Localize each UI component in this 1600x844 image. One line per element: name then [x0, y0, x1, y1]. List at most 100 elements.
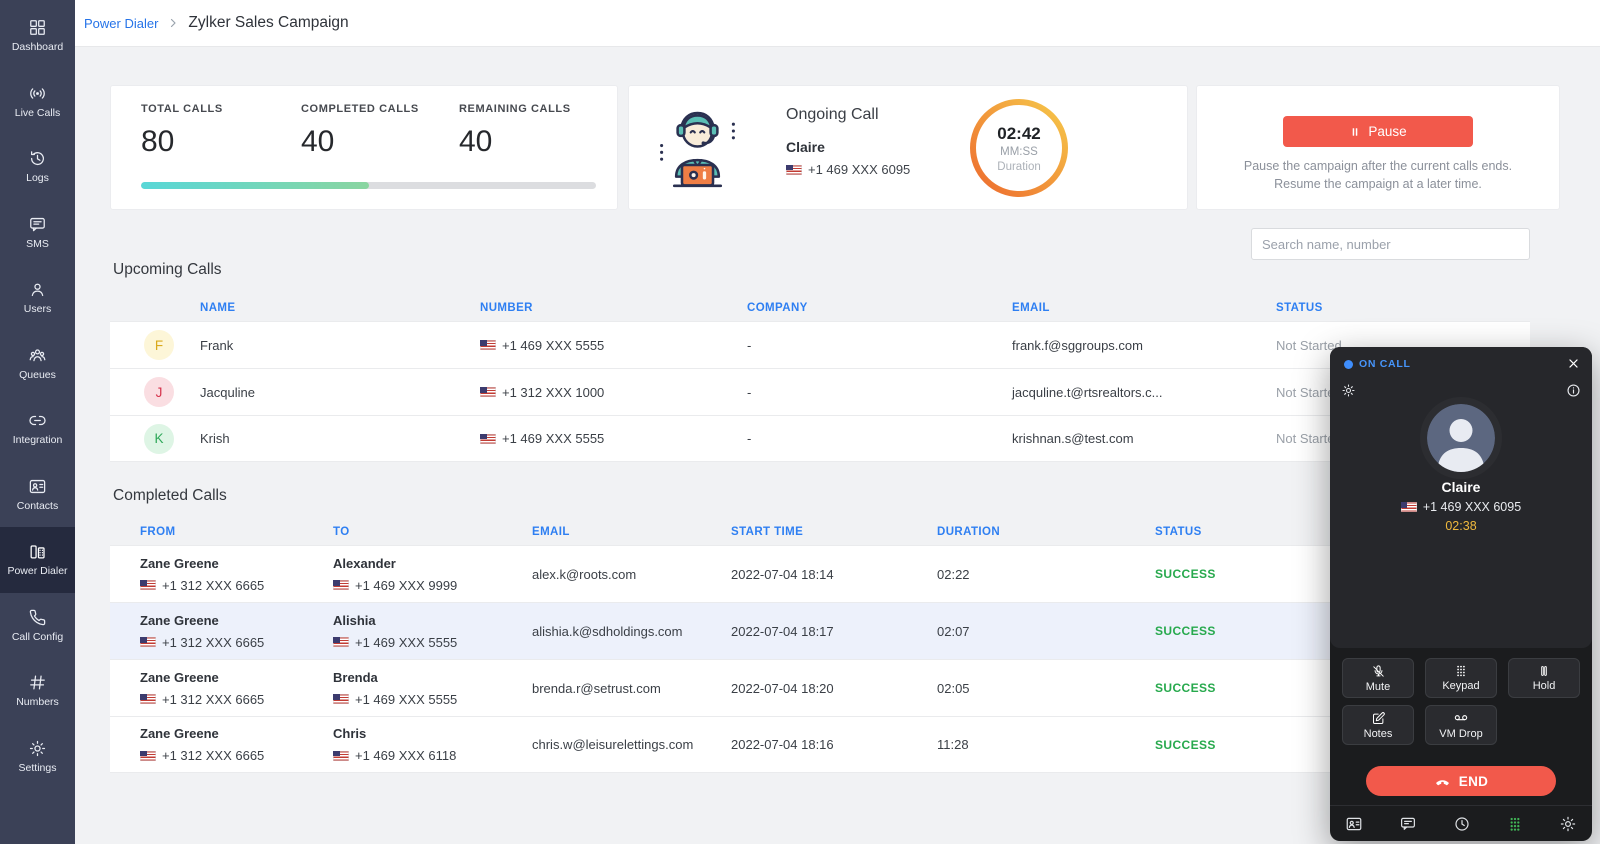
completed-calls-label: COMPLETED CALLS: [301, 103, 419, 115]
table-row[interactable]: Zane Greene+1 312 XXX 6665 Alexander+1 4…: [110, 545, 1530, 602]
table-row[interactable]: Zane Greene+1 312 XXX 6665 Alishia+1 469…: [110, 602, 1530, 659]
notes-edit-icon: [1371, 711, 1386, 726]
sidebar-item-contacts[interactable]: Contacts: [0, 462, 75, 528]
vm-drop-button[interactable]: VM Drop: [1425, 705, 1497, 745]
dialpad-icon[interactable]: [1507, 816, 1523, 832]
sidebar-item-label: Queues: [19, 369, 56, 381]
breadcrumb-chevron-icon: [167, 17, 179, 29]
widget-settings-gear-icon[interactable]: [1341, 383, 1356, 398]
call-timer: 02:38: [1330, 519, 1592, 533]
numbers-hash-icon: [28, 673, 47, 692]
sidebar-item-call-config[interactable]: Call Config: [0, 593, 75, 659]
us-flag-icon: [140, 637, 156, 647]
contact-card-icon[interactable]: [1345, 815, 1363, 833]
sidebar-item-integration[interactable]: Integration: [0, 396, 75, 462]
sidebar-item-label: Live Calls: [15, 107, 61, 119]
queues-icon: [28, 346, 47, 365]
table-row[interactable]: F Frank +1 469 XXX 5555 - frank.f@sggrou…: [110, 321, 1530, 368]
ongoing-call-name: Claire: [786, 139, 910, 155]
upcoming-calls-title: Upcoming Calls: [113, 261, 222, 279]
completed-calls-stat: COMPLETED CALLS 40: [301, 103, 419, 159]
upcoming-table-header: NAME NUMBER COMPANY EMAIL STATUS: [110, 295, 1530, 321]
call-agent-illustration: [649, 99, 746, 201]
dashboard-icon: [28, 18, 47, 37]
close-icon[interactable]: [1565, 355, 1582, 372]
search-input[interactable]: [1251, 228, 1530, 260]
sidebar-item-dashboard[interactable]: Dashboard: [0, 3, 75, 69]
info-icon[interactable]: [1566, 383, 1581, 398]
sidebar-item-live-calls[interactable]: Live Calls: [0, 69, 75, 135]
caller-name: Claire: [1330, 479, 1592, 495]
ongoing-call-timer: 02:42: [997, 124, 1040, 144]
keypad-button[interactable]: Keypad: [1425, 658, 1497, 698]
users-icon: [28, 280, 47, 299]
call-duration-ring: 02:42 MM:SS Duration: [967, 96, 1071, 200]
total-calls-label: TOTAL CALLS: [141, 103, 223, 115]
pause-icon: [1349, 126, 1361, 138]
remaining-calls-label: REMAINING CALLS: [459, 103, 571, 115]
sidebar-item-logs[interactable]: Logs: [0, 134, 75, 200]
notes-button[interactable]: Notes: [1342, 705, 1414, 745]
us-flag-icon: [786, 165, 802, 175]
live-calls-icon: [28, 84, 47, 103]
sidebar-item-label: Integration: [13, 434, 63, 446]
sidebar-item-label: Settings: [19, 762, 57, 774]
completed-calls-title: Completed Calls: [113, 487, 227, 505]
pause-description: Pause the campaign after the current cal…: [1197, 157, 1559, 193]
sidebar-item-settings[interactable]: Settings: [0, 724, 75, 790]
avatar: K: [144, 424, 174, 454]
caller-avatar: [1427, 404, 1495, 472]
avatar: F: [144, 330, 174, 360]
caller-number: +1 469 XXX 6095: [1330, 500, 1592, 514]
pause-button[interactable]: Pause: [1283, 116, 1473, 147]
campaign-progress-fill: [141, 182, 369, 189]
pause-campaign-card: Pause Pause the campaign after the curre…: [1196, 85, 1560, 210]
keypad-icon: [1454, 664, 1468, 678]
voicemail-icon: [1453, 710, 1469, 726]
chat-icon[interactable]: [1399, 815, 1417, 833]
widget-gear-icon[interactable]: [1559, 815, 1577, 833]
sidebar: Dashboard Live Calls Logs SMS Users Queu…: [0, 0, 75, 844]
campaign-progress-bar: [141, 182, 596, 189]
us-flag-icon: [333, 694, 349, 704]
timer-unit-label: MM:SS: [1000, 146, 1038, 158]
call-widget-top-panel: ON CALL Claire +1 469 XXX 6095 02:38: [1330, 347, 1592, 648]
sidebar-item-sms[interactable]: SMS: [0, 200, 75, 266]
page-title: Zylker Sales Campaign: [188, 14, 348, 32]
hold-button[interactable]: Hold: [1508, 658, 1580, 698]
breadcrumb-parent-link[interactable]: Power Dialer: [84, 16, 158, 31]
mute-mic-icon: [1371, 664, 1386, 679]
settings-gear-icon: [28, 739, 47, 758]
total-calls-value: 80: [141, 125, 223, 159]
table-row[interactable]: J Jacquline +1 312 XXX 1000 - jacquline.…: [110, 368, 1530, 415]
sidebar-item-numbers[interactable]: Numbers: [0, 658, 75, 724]
history-clock-icon[interactable]: [1453, 815, 1471, 833]
upcoming-calls-table: NAME NUMBER COMPANY EMAIL STATUS F Frank…: [110, 295, 1530, 462]
end-call-button[interactable]: END: [1366, 766, 1556, 796]
us-flag-icon: [140, 751, 156, 761]
mute-button[interactable]: Mute: [1342, 658, 1414, 698]
us-flag-icon: [1401, 502, 1417, 512]
us-flag-icon: [480, 434, 496, 444]
end-call-icon: [1434, 773, 1451, 790]
us-flag-icon: [333, 637, 349, 647]
sidebar-item-label: Call Config: [12, 631, 63, 643]
remaining-calls-stat: REMAINING CALLS 40: [459, 103, 571, 159]
remaining-calls-value: 40: [459, 125, 571, 159]
sidebar-item-power-dialer[interactable]: Power Dialer: [0, 527, 75, 593]
ongoing-call-card: Ongoing Call Claire +1 469 XXX 6095 02:4…: [628, 85, 1188, 210]
table-row[interactable]: Zane Greene+1 312 XXX 6665 Chris+1 469 X…: [110, 716, 1530, 773]
logs-history-icon: [28, 149, 47, 168]
table-row[interactable]: Zane Greene+1 312 XXX 6665 Brenda+1 469 …: [110, 659, 1530, 716]
avatar: J: [144, 377, 174, 407]
table-row[interactable]: K Krish +1 469 XXX 5555 - krishnan.s@tes…: [110, 415, 1530, 462]
sidebar-item-users[interactable]: Users: [0, 265, 75, 331]
completed-table-header: FROM TO EMAIL START TIME DURATION STATUS: [110, 519, 1530, 545]
topbar: Power Dialer Zylker Sales Campaign: [75, 0, 1600, 47]
call-config-phone-icon: [28, 608, 47, 627]
sidebar-item-queues[interactable]: Queues: [0, 331, 75, 397]
sidebar-item-label: Users: [24, 303, 51, 315]
us-flag-icon: [480, 387, 496, 397]
completed-calls-table: FROM TO EMAIL START TIME DURATION STATUS…: [110, 519, 1530, 773]
sidebar-item-label: Numbers: [16, 696, 59, 708]
